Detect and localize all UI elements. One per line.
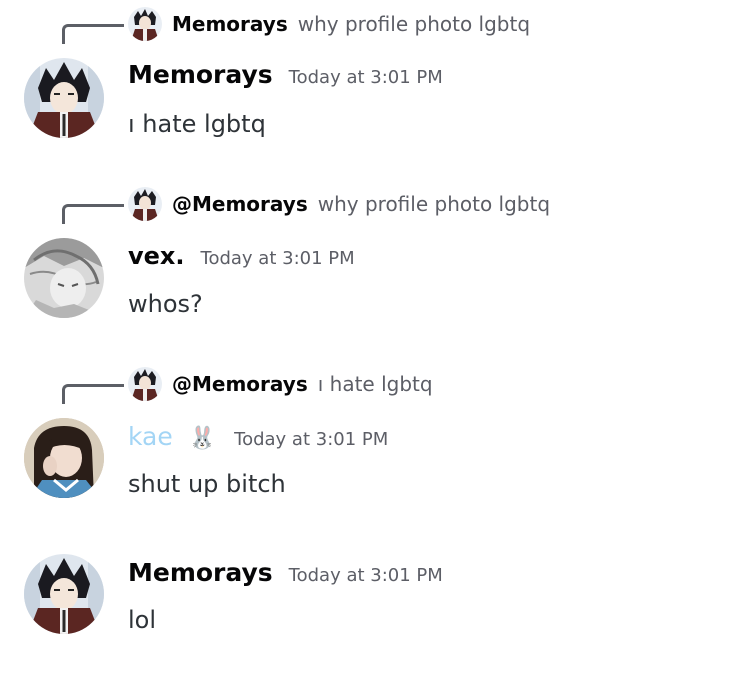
- reply-avatar[interactable]: [128, 187, 162, 221]
- avatar[interactable]: [24, 58, 104, 138]
- message-content: ı hate lgbtq: [128, 110, 266, 138]
- timestamp: Today at 3:01 PM: [200, 248, 355, 269]
- timestamp: Today at 3:01 PM: [288, 565, 443, 586]
- author-name[interactable]: Memorays: [128, 60, 273, 89]
- reply-author[interactable]: @Memorays: [172, 372, 308, 396]
- avatar[interactable]: [24, 238, 104, 318]
- reply-preview[interactable]: Memorays why profile photo lgbtq: [128, 4, 530, 44]
- timestamp: Today at 3:01 PM: [234, 429, 389, 450]
- reply-connector: [62, 24, 124, 44]
- reply-avatar[interactable]: [128, 7, 162, 41]
- author-name[interactable]: vex.: [128, 242, 185, 270]
- message-content: lol: [128, 606, 157, 634]
- chat-log: Memorays why profile photo lgbtq Memoray…: [0, 0, 750, 684]
- reply-preview[interactable]: @Memorays ı hate lgbtq: [128, 364, 433, 404]
- reply-text[interactable]: ı hate lgbtq: [318, 372, 433, 396]
- avatar[interactable]: [24, 554, 104, 634]
- message-header: Memorays Today at 3:01 PM: [128, 60, 443, 89]
- message-content: shut up bitch: [128, 470, 286, 498]
- message-header: vex. Today at 3:01 PM: [128, 242, 355, 270]
- author-name[interactable]: Memorays: [128, 558, 273, 587]
- reply-avatar[interactable]: [128, 367, 162, 401]
- reply-author[interactable]: Memorays: [172, 12, 288, 36]
- reply-text[interactable]: why profile photo lgbtq: [318, 192, 550, 216]
- message-header: Memorays Today at 3:01 PM: [128, 558, 443, 587]
- reply-connector: [62, 384, 124, 404]
- author-name[interactable]: kae: [128, 422, 173, 451]
- message-content: whos?: [128, 290, 203, 318]
- reply-author[interactable]: @Memorays: [172, 192, 308, 216]
- reply-text[interactable]: why profile photo lgbtq: [298, 12, 530, 36]
- timestamp: Today at 3:01 PM: [288, 67, 443, 88]
- rabbit-icon: 🐰: [188, 426, 217, 451]
- message-header: kae 🐰 Today at 3:01 PM: [128, 422, 388, 451]
- reply-preview[interactable]: @Memorays why profile photo lgbtq: [128, 184, 550, 224]
- avatar[interactable]: [24, 418, 104, 498]
- reply-connector: [62, 204, 124, 224]
